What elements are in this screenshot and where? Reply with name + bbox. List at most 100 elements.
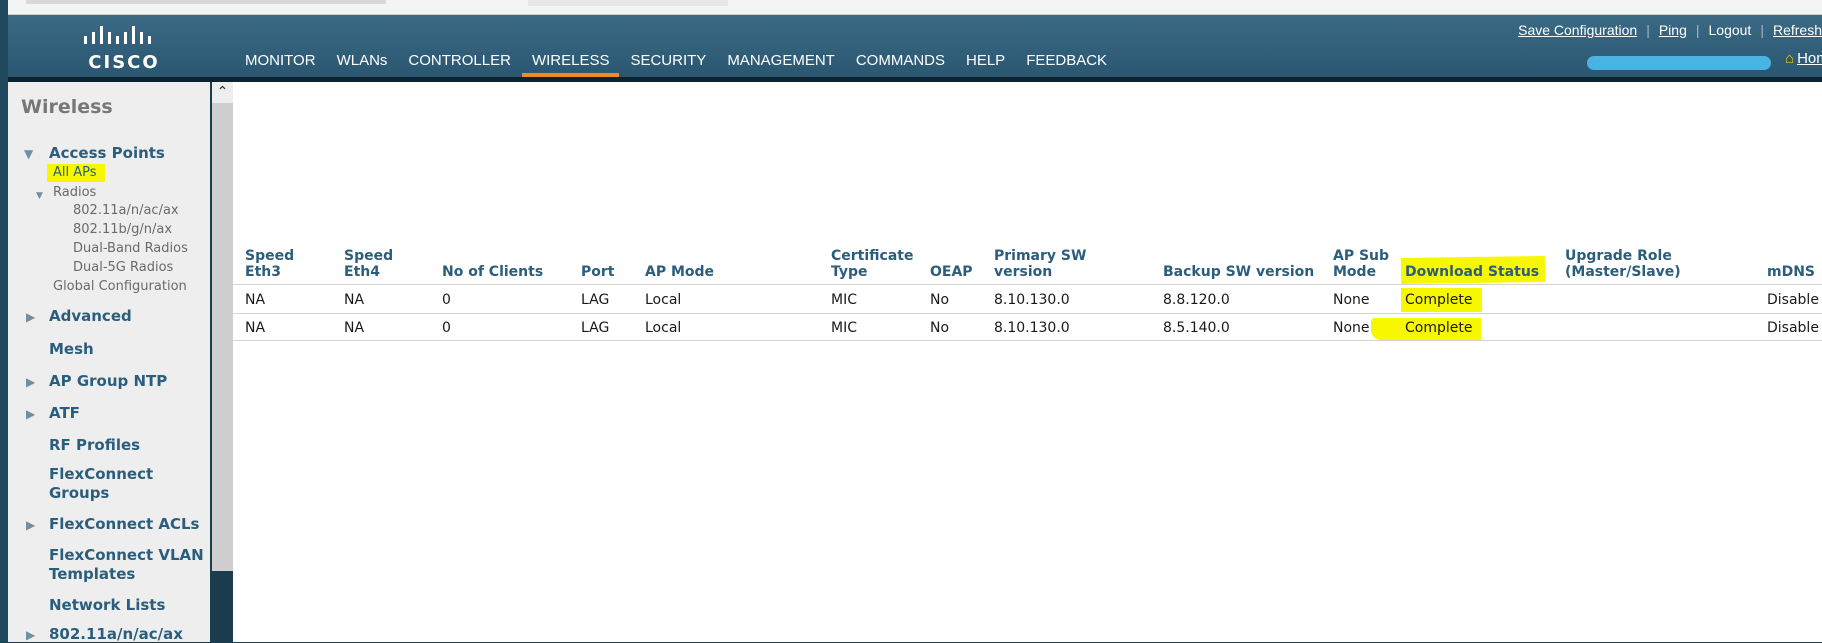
col-header-no-of-clients[interactable]: No of Clients [442,264,543,280]
sidebar-item-all-aps[interactable]: All APs [47,164,105,182]
sidebar-item-rf-profiles[interactable]: RF Profiles [49,436,140,454]
table-cell: No [930,292,950,308]
nav-security[interactable]: SECURITY [630,52,706,73]
home-label: Home [1797,50,1822,67]
col-header-mdns[interactable]: mDNS [1767,264,1815,280]
nav-help[interactable]: HELP [966,52,1005,73]
nav-wireless[interactable]: WIRELESS [521,52,619,77]
sidebar-item-global-configuration[interactable]: Global Configuration [53,279,187,294]
table-cell: MIC [831,292,857,308]
sidebar-item-radio-80211b[interactable]: 802.11b/g/n/ax [73,222,172,237]
browser-toolbar [8,0,1822,15]
col-header-download-status[interactable]: Download Status [1405,264,1539,280]
col-header-backup-sw-version[interactable]: Backup SW version [1163,264,1314,280]
table-cell: NA [245,320,266,336]
sidebar-item-network-lists[interactable]: Network Lists [49,596,165,614]
sidebar-title: Wireless [21,96,113,118]
separator: | [1695,22,1700,38]
header-divider-line [233,284,1822,285]
nav-feedback[interactable]: FEEDBACK [1026,52,1107,73]
sidebar-item-dual-5g-radios[interactable]: Dual-5G Radios [73,260,173,275]
table-cell: No [930,320,950,336]
nav-monitor[interactable]: MONITOR [245,52,316,73]
sidebar-item-ap-group-ntp[interactable]: AP Group NTP [49,372,167,390]
col-header-speed-eth3[interactable]: Speed Eth3 [245,248,294,280]
table-cell: 8.5.140.0 [1163,320,1230,336]
redacted-username [1587,56,1771,70]
save-configuration-link[interactable]: Save Configuration [1518,22,1637,38]
main-nav: MONITOR WLANs CONTROLLER WIRELESS SECURITY MA… [245,52,1128,77]
header-line: (Master/Slave) [1565,264,1681,280]
header-line: Speed [245,248,295,264]
sidebar-item-flexconnect-groups[interactable]: FlexConnect Groups [49,465,169,503]
table-cell: Local [645,320,682,336]
header-line: AP Sub [1333,248,1390,264]
sidebar-item-advanced[interactable]: Advanced [49,307,132,325]
col-header-oeap[interactable]: OEAP [930,264,973,280]
scroll-up-icon[interactable]: ⌃ [212,82,233,103]
nav-management[interactable]: MANAGEMENT [727,52,835,73]
nav-commands[interactable]: COMMANDS [856,52,945,73]
sidebar-item-dual-band-radios[interactable]: Dual-Band Radios [73,241,188,256]
logout-link[interactable]: Logout [1709,22,1752,38]
table-cell: 0 [442,320,451,336]
header-line: Speed [344,248,394,264]
address-bar[interactable] [26,0,386,4]
logo-text: CISCO [88,52,160,73]
header-line: Certificate [831,248,914,264]
col-header-speed-eth4[interactable]: Speed Eth4 [344,248,393,280]
caret-right-icon[interactable]: ▶ [26,310,35,324]
table-cell: NA [245,292,266,308]
header-line: Eth4 [344,264,380,280]
refresh-link[interactable]: Refresh [1773,22,1822,38]
table-cell: NA [344,320,365,336]
sidebar-item-access-points[interactable]: Access Points [49,144,165,162]
top-links: Save Configuration | Ping | Logout | Refresh [1518,22,1822,40]
cisco-bars-icon [84,26,151,44]
sidebar-item-radios[interactable]: Radios [53,185,96,200]
table-cell: Local [645,292,682,308]
ping-link[interactable]: Ping [1659,22,1687,38]
col-header-primary-sw-version[interactable]: Primary SW version [994,248,1086,280]
header-line: Mode [1333,264,1377,280]
col-header-port[interactable]: Port [581,264,614,280]
table-cell: 8.10.130.0 [994,292,1070,308]
col-header-certificate-type[interactable]: Certificate Type [831,248,913,280]
main-content [233,82,1822,642]
col-header-upgrade-role[interactable]: Upgrade Role (Master/Slave) [1565,248,1681,280]
browser-tab[interactable] [528,0,728,6]
table-cell: MIC [831,320,857,336]
header-line: version [994,264,1053,280]
row-divider-line [233,340,1822,341]
caret-down-icon[interactable]: ▼ [24,147,33,161]
nav-wlans[interactable]: WLANs [337,52,388,73]
table-cell: LAG [581,320,610,336]
cisco-logo: CISCO [78,24,170,74]
sidebar-item-atf[interactable]: ATF [49,404,80,422]
header-line: Type [831,264,868,280]
caret-right-icon[interactable]: ▶ [26,375,35,389]
sidebar-item-80211a[interactable]: 802.11a/n/ac/ax [49,625,183,643]
caret-down-icon[interactable]: ▼ [36,191,43,201]
caret-right-icon[interactable]: ▶ [26,518,35,532]
separator: | [1760,22,1764,38]
home-link[interactable]: ⌂Home [1785,50,1822,67]
caret-right-icon[interactable]: ▶ [26,628,35,642]
table-cell: 8.10.130.0 [994,320,1070,336]
sidebar-scrollbar[interactable] [212,103,233,571]
caret-right-icon[interactable]: ▶ [26,407,35,421]
table-cell: 8.8.120.0 [1163,292,1230,308]
col-header-ap-sub-mode[interactable]: AP Sub Mode [1333,248,1389,280]
table-cell: NA [344,292,365,308]
row-divider-line [233,313,1822,314]
nav-controller[interactable]: CONTROLLER [408,52,511,73]
sidebar-item-flexconnect-acls[interactable]: FlexConnect ACLs [49,515,199,533]
header-line: Upgrade Role [1565,248,1672,264]
col-header-ap-mode[interactable]: AP Mode [645,264,714,280]
separator: | [1646,22,1650,38]
sidebar-item-flexconnect-vlan-templates[interactable]: FlexConnect VLAN Templates [49,546,214,584]
sidebar-item-radio-80211a[interactable]: 802.11a/n/ac/ax [73,203,179,218]
header-line: Primary SW [994,248,1087,264]
window-frame [0,0,8,642]
sidebar-item-mesh[interactable]: Mesh [49,340,94,358]
